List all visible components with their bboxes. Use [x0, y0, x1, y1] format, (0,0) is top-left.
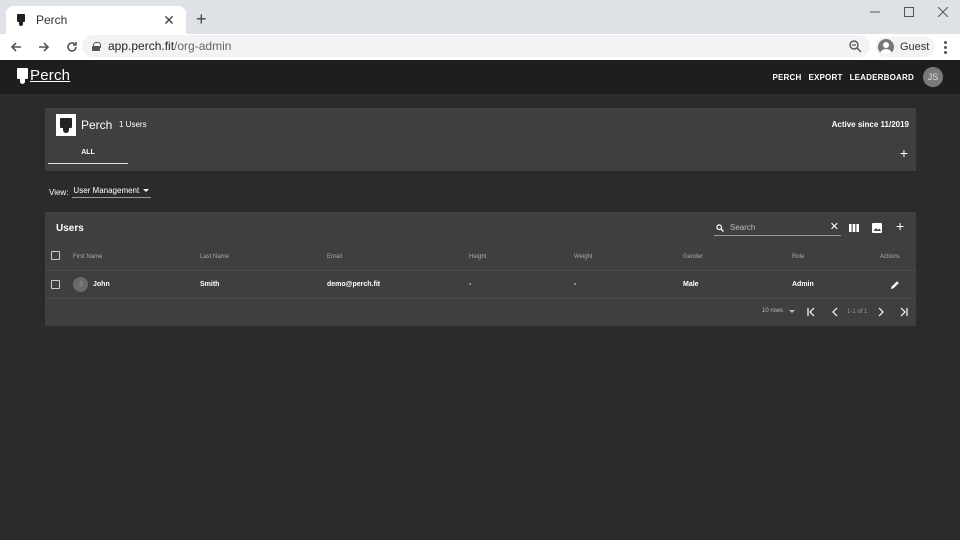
cell-height: - — [469, 281, 472, 288]
reload-icon — [67, 42, 77, 52]
caret-down-icon — [789, 309, 796, 313]
browser-menu-button[interactable] — [938, 38, 952, 56]
cell-last-name: Smith — [200, 281, 220, 288]
users-table-card: Users ✕ + First Name Last Name Email Hei… — [45, 212, 916, 326]
cell-first-name: John — [93, 281, 110, 288]
reload-button[interactable] — [60, 35, 84, 59]
profile-avatar-icon — [878, 39, 894, 55]
app-logo[interactable]: Perch — [17, 67, 70, 84]
rows-per-page-select[interactable]: 10 rows — [762, 308, 796, 314]
column-header[interactable]: Gender — [683, 254, 703, 260]
nav-leaderboard[interactable]: LEADERBOARD — [850, 73, 914, 82]
clear-search-button[interactable]: ✕ — [830, 221, 839, 233]
column-header[interactable]: Last Name — [200, 254, 229, 260]
lock-icon — [92, 41, 101, 51]
logo-text: Perch — [30, 67, 71, 84]
nav-export[interactable]: EXPORT — [808, 73, 842, 82]
maximize-icon — [904, 7, 914, 17]
close-icon — [938, 7, 948, 17]
next-page-icon[interactable] — [876, 306, 886, 318]
kebab-dot — [943, 40, 947, 44]
search-icon — [716, 223, 724, 232]
org-active-since: Active since 11/2019 — [831, 120, 909, 129]
first-page-icon[interactable] — [806, 306, 816, 318]
cell-role: Admin — [792, 281, 814, 288]
org-name: Perch — [81, 118, 113, 132]
arrow-left-icon — [10, 42, 21, 52]
view-selector-row: View: User Management — [49, 186, 152, 198]
kebab-dot — [943, 50, 947, 54]
column-header[interactable]: Weight — [574, 254, 593, 260]
cell-weight: - — [574, 281, 577, 288]
view-select[interactable]: User Management — [72, 186, 152, 198]
close-window-button[interactable] — [926, 0, 960, 24]
image-icon[interactable] — [871, 222, 883, 234]
org-user-count: 1 Users — [119, 120, 147, 129]
row-checkbox[interactable] — [51, 280, 60, 289]
profile-button[interactable]: Guest — [876, 37, 936, 57]
select-all-checkbox[interactable] — [51, 251, 60, 260]
browser-tab[interactable]: Perch ✕ — [6, 6, 186, 34]
search-input[interactable] — [730, 223, 820, 232]
tab-title: Perch — [36, 13, 68, 27]
cell-email: demo@perch.fit — [327, 281, 381, 288]
perch-favicon-icon — [16, 14, 26, 26]
caret-down-icon — [143, 189, 150, 192]
add-team-button[interactable]: + — [900, 146, 908, 160]
add-user-button[interactable]: + — [896, 219, 904, 233]
users-title: Users — [56, 223, 84, 234]
previous-page-icon[interactable] — [830, 306, 840, 318]
tab-all[interactable]: ALL — [48, 142, 128, 164]
table-row[interactable]: J John Smith demo@perch.fit - - Male Adm… — [45, 270, 916, 299]
nav-perch[interactable]: PERCH — [772, 73, 801, 82]
forward-button[interactable] — [32, 35, 56, 59]
arrow-right-icon — [39, 42, 50, 52]
rows-per-page-value: 10 rows — [762, 308, 784, 314]
browser-tabstrip: Perch ✕ + — [0, 0, 960, 34]
table-header: First Name Last Name Email Height Weight… — [45, 247, 916, 269]
new-tab-button[interactable]: + — [196, 10, 207, 28]
column-header[interactable]: Role — [792, 254, 804, 260]
pagination: 10 rows 1-1 of 1 — [45, 305, 916, 319]
column-header[interactable]: Email — [327, 254, 342, 260]
window-controls — [858, 0, 960, 24]
url-host: app.perch.fit — [108, 39, 175, 53]
view-select-value: User Management — [73, 186, 140, 195]
app-header: Perch PERCH EXPORT LEADERBOARD — [0, 60, 960, 94]
avatar: J — [73, 277, 88, 292]
last-page-icon[interactable] — [899, 306, 909, 318]
org-logo-icon — [56, 114, 76, 136]
column-header: Actions — [880, 254, 900, 260]
org-card: Perch 1 Users Active since 11/2019 ALL + — [45, 108, 916, 171]
column-header[interactable]: Height — [469, 254, 486, 260]
search-field[interactable]: ✕ — [714, 220, 841, 236]
minimize-button[interactable] — [858, 0, 892, 24]
perch-logo-icon — [17, 67, 29, 84]
browser-toolbar: app.perch.fit /org-admin — [0, 34, 960, 60]
tab-close-button[interactable]: ✕ — [162, 13, 176, 27]
profile-label: Guest — [900, 41, 930, 53]
url-path: /org-admin — [174, 39, 232, 53]
back-button[interactable] — [4, 35, 28, 59]
columns-icon[interactable] — [848, 222, 860, 234]
cell-gender: Male — [683, 281, 699, 288]
view-label: View: — [49, 187, 69, 197]
app-nav: PERCH EXPORT LEADERBOARD — [772, 60, 914, 94]
user-avatar[interactable]: JS — [923, 67, 943, 87]
minimize-icon — [870, 11, 880, 13]
maximize-button[interactable] — [892, 0, 926, 24]
address-bar[interactable]: app.perch.fit /org-admin — [82, 35, 870, 57]
kebab-dot — [943, 45, 947, 49]
column-header[interactable]: First Name — [73, 254, 102, 260]
edit-pencil-icon[interactable] — [890, 280, 900, 290]
zoom-icon[interactable] — [848, 39, 862, 53]
page-range: 1-1 of 1 — [847, 309, 868, 315]
